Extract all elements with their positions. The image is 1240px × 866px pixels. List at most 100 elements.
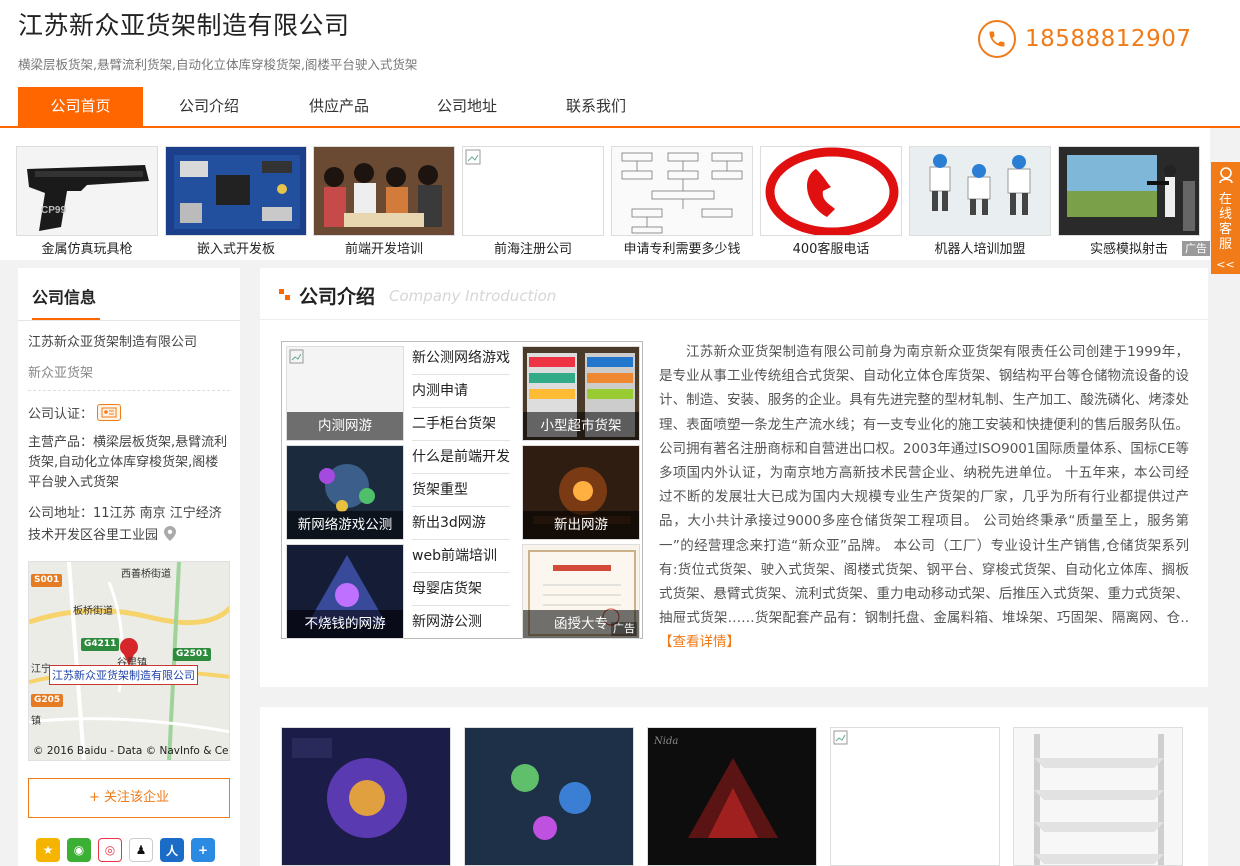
strip-label: 机器人培训加盟 — [934, 242, 1026, 257]
collapse-arrow-icon[interactable]: << — [1211, 258, 1240, 271]
company-info-panel: 公司信息 江苏新众亚货架制造有限公司 新众亚货架 公司认证： 主营产品：横梁层板… — [18, 268, 240, 866]
product-gallery: Nida — [260, 707, 1208, 866]
company-name: 江苏新众亚货架制造有限公司 — [18, 11, 350, 40]
company-short-name: 新众亚货架 — [28, 366, 94, 381]
warrior-art-image: Nida — [648, 728, 816, 865]
certification-badge-icon[interactable] — [97, 404, 122, 421]
divider — [28, 390, 230, 391]
intro-text: 江苏新众亚货架制造有限公司前身为南京新众亚货架有限责任公司创建于1999年，是专… — [659, 340, 1189, 655]
grid-cell[interactable]: 新网络游戏公测 — [286, 445, 404, 540]
toy-pistol-image: CP99 — [16, 146, 158, 236]
strip-label: 嵌入式开发板 — [196, 242, 275, 257]
weibo-icon[interactable]: ◎ — [98, 838, 122, 862]
strip-item[interactable]: 申请专利需要多少钱 — [611, 146, 753, 257]
intro-title-en: Company Introduction — [389, 287, 557, 305]
main-nav: 公司首页 公司介绍 供应产品 公司地址 联系我们 — [0, 87, 1240, 128]
grid-caption: 内测网游 — [287, 412, 403, 440]
game-screen-image — [465, 728, 633, 865]
map-road-shield: G2501 — [173, 648, 212, 661]
title-underline — [32, 318, 100, 320]
intro-header: 公司介绍 Company Introduction — [260, 268, 1208, 320]
section-mark-icon — [279, 289, 290, 300]
nav-home[interactable]: 公司首页 — [18, 87, 143, 126]
view-details-link[interactable]: 【查看详情】 — [659, 634, 740, 650]
list-link[interactable]: web前端培训 — [412, 540, 510, 573]
shooting-simulator-image — [1058, 146, 1200, 236]
list-link[interactable]: 新公测网络游戏 — [412, 342, 510, 375]
gallery-image[interactable]: Nida — [647, 727, 817, 866]
strip-item[interactable]: 前端开发培训 — [313, 146, 455, 257]
strip-label: 400客服电话 — [792, 242, 870, 257]
game-screen-image — [282, 728, 450, 865]
customer-service-icon — [1211, 166, 1240, 188]
strip-item[interactable]: 400客服电话 — [760, 146, 902, 257]
more-share-icon[interactable]: + — [191, 838, 215, 862]
grid-caption: 新出网游 — [523, 511, 639, 539]
grid-cell[interactable]: 小型超市货架 — [522, 346, 640, 441]
link-list: 新公测网络游戏 内测申请 二手柜台货架 什么是前端开发 货架重型 新出3d网游 … — [412, 342, 510, 639]
share-row: ★ ◉ ◎ ♟ 人 + — [36, 838, 215, 862]
gallery-image[interactable] — [464, 727, 634, 866]
map-callout[interactable]: 江苏新众亚货架制造有限公司 — [49, 665, 198, 685]
strip-label: 申请专利需要多少钱 — [623, 242, 741, 257]
grid-caption: 小型超市货架 — [523, 412, 639, 440]
intro-paragraph: 江苏新众亚货架制造有限公司前身为南京新众亚货架有限责任公司创建于1999年，是专… — [659, 344, 1189, 627]
strip-item[interactable]: 嵌入式开发板 — [165, 146, 307, 257]
map-road-shield: G205 — [31, 694, 64, 707]
phone-block[interactable]: 18588812907 — [978, 20, 1191, 58]
location-pin-icon[interactable] — [164, 526, 177, 541]
list-link[interactable]: 新出3d网游 — [412, 507, 510, 540]
site-header: 江苏新众亚货架制造有限公司 横梁层板货架,悬臂流利货架,自动化立体库穿梭货架,阁… — [0, 0, 1240, 128]
grid-cell[interactable]: 新出网游 — [522, 445, 640, 540]
robot-toys-image — [909, 146, 1051, 236]
map-copyright: © 2016 Baidu - Data © NavInfo & Ce — [33, 745, 229, 757]
list-link[interactable]: 新网游公测 — [412, 606, 510, 639]
qq-icon[interactable]: ♟ — [129, 838, 153, 862]
gallery-image[interactable] — [1013, 727, 1183, 866]
intro-title: 公司介绍 — [299, 286, 376, 308]
location-map[interactable]: 西善桥街道 板桥街道 江宁 谷里镇 镇 S001 G4211 G2501 G20… — [28, 561, 230, 761]
list-link[interactable]: 二手柜台货架 — [412, 408, 510, 441]
main-products: 主营产品：横梁层板货架,悬臂流利货架,自动化立体库穿梭货架,阁楼平台驶入式货架 — [28, 435, 228, 490]
panel-title: 公司信息 — [32, 288, 97, 307]
strip-item[interactable]: 机器人培训加盟 — [909, 146, 1051, 257]
map-road-shield: S001 — [31, 574, 63, 587]
list-link[interactable]: 内测申请 — [412, 375, 510, 408]
grid-cell[interactable]: 函授大专 广告 — [522, 544, 640, 639]
strip-item[interactable]: CP99 金属仿真玩具枪 — [16, 146, 158, 257]
nav-contact[interactable]: 联系我们 — [537, 87, 655, 126]
grid-cell[interactable]: 内测网游 — [286, 346, 404, 441]
list-link[interactable]: 母婴店货架 — [412, 573, 510, 606]
gallery-image[interactable] — [830, 727, 1000, 866]
nav-products[interactable]: 供应产品 — [280, 87, 398, 126]
strip-label: 金属仿真玩具枪 — [41, 242, 133, 257]
nav-address[interactable]: 公司地址 — [408, 87, 526, 126]
certification-row: 公司认证： — [28, 403, 122, 422]
nav-about[interactable]: 公司介绍 — [150, 87, 268, 126]
circuit-board-image — [165, 146, 307, 236]
grid-cell[interactable]: 不烧钱的网游 — [286, 544, 404, 639]
renren-icon[interactable]: 人 — [160, 838, 184, 862]
follow-company-button[interactable]: + 关注该企业 — [28, 778, 230, 818]
map-road-shield: G4211 — [81, 638, 120, 651]
broken-image-icon — [462, 146, 604, 236]
wechat-icon[interactable]: ◉ — [67, 838, 91, 862]
list-link[interactable]: 什么是前端开发 — [412, 441, 510, 474]
gallery-image[interactable] — [281, 727, 451, 866]
company-address: 公司地址：11江苏 南京 江宁经济技术开发区谷里工业园 — [28, 503, 230, 547]
ad-tag: 广告 — [611, 622, 637, 636]
ad-grid: 内测网游 小型超市货架 新网络游戏公测 新出网游 不烧钱的网游 函授大专 广告 … — [281, 341, 643, 639]
address-text: 公司地址：11江苏 南京 江宁经济技术开发区谷里工业园 — [28, 506, 222, 543]
phone-icon — [978, 20, 1016, 58]
phone-logo-image — [760, 146, 902, 236]
ad-strip: CP99 金属仿真玩具枪 嵌入式开发板 前端开发培训 前海注册公司 申请专利需要… — [0, 128, 1210, 260]
phone-number: 18588812907 — [1025, 26, 1192, 52]
strip-item[interactable]: 实感模拟射击 — [1058, 146, 1200, 257]
list-link[interactable]: 货架重型 — [412, 474, 510, 507]
flowchart-image — [611, 146, 753, 236]
svg-text:CP99: CP99 — [41, 205, 66, 216]
online-service-tab[interactable]: 在线客服 << — [1211, 162, 1240, 274]
strip-item[interactable]: 前海注册公司 — [462, 146, 604, 257]
company-name-info: 江苏新众亚货架制造有限公司 — [28, 335, 198, 350]
qzone-icon[interactable]: ★ — [36, 838, 60, 862]
